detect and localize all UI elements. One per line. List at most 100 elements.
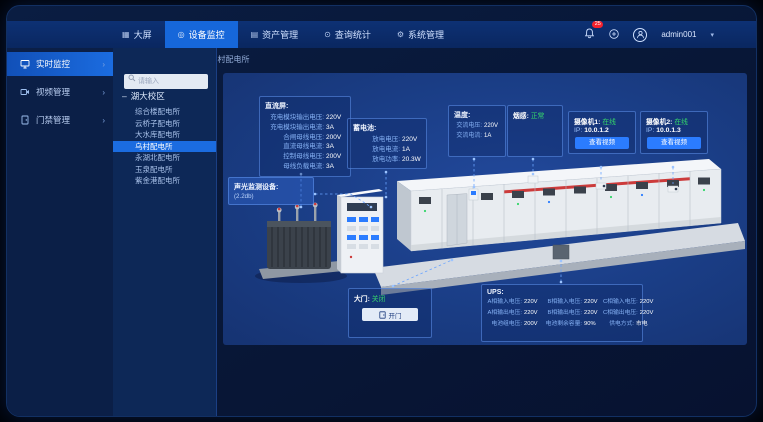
- field-value: 20.3W: [402, 155, 421, 165]
- field-label: 放电功率:: [353, 155, 400, 165]
- door-icon: [379, 311, 386, 319]
- field-value: 220V: [524, 309, 539, 319]
- panel-title: 直流屏:: [265, 101, 345, 111]
- ip-value: 10.0.1.2: [584, 127, 609, 134]
- door-status: 关闭: [372, 296, 386, 303]
- ups-grid: A相输入电压:220V B相输入电压:220V C相输入电压:220V A相输出…: [487, 298, 637, 329]
- tree-item[interactable]: 大水库配电所: [113, 129, 216, 141]
- left-sidebar: 实时监控 › 视频管理 › 门禁管理 ›: [7, 48, 113, 416]
- field-label: 电池剩余容量:: [543, 320, 582, 330]
- panel-title: 声光监测设备:: [234, 182, 308, 192]
- tree-search: [124, 70, 208, 85]
- field-value: 220V: [402, 135, 421, 145]
- field-value: 220V: [584, 298, 599, 308]
- tree-item[interactable]: 玉泉配电所: [113, 164, 216, 176]
- tree-group-campus[interactable]: – 湖大校区: [122, 90, 165, 102]
- field-value: 3A: [326, 142, 345, 152]
- field-label: C相输入电压:: [603, 298, 638, 308]
- navbar-right: 25 admin001 ▾: [584, 21, 714, 48]
- field-label: 电池组电压:: [487, 320, 522, 330]
- fullscreen-icon[interactable]: [609, 26, 619, 44]
- open-door-button[interactable]: 开门: [362, 308, 418, 321]
- door-label: 大门:: [354, 296, 370, 303]
- smoke-sensor-panel: 烟感: 正常: [507, 105, 563, 157]
- notification-badge: 25: [592, 21, 603, 28]
- field-value: 220V: [524, 298, 539, 308]
- field-label: A相输入电压:: [487, 298, 522, 308]
- field-value: 200V: [326, 133, 345, 143]
- nav-item-query-stats[interactable]: ⊙ 查询统计: [311, 21, 384, 48]
- nav-label: 查询统计: [335, 28, 371, 41]
- field-value: 220V: [640, 309, 655, 319]
- field-label: 合闸母线电压:: [265, 133, 324, 143]
- stats-icon: ⊙: [324, 30, 331, 39]
- view-video-button[interactable]: 查看视频: [575, 137, 629, 149]
- search-input[interactable]: [124, 74, 208, 89]
- field-label: B相输出电压:: [543, 309, 582, 319]
- field-label: 交流电压:: [454, 122, 482, 132]
- tree-item[interactable]: 永湖北配电所: [113, 152, 216, 164]
- field-label: 直流母线电流:: [265, 142, 324, 152]
- camera-label: 摄像机1:: [574, 119, 600, 126]
- smoke-label: 烟感:: [513, 113, 529, 120]
- access-manage-icon: [20, 115, 30, 125]
- field-label: 充电模块输出电压:: [265, 113, 324, 123]
- nav-label: 系统管理: [408, 28, 444, 41]
- sidebar-item-access-manage[interactable]: 门禁管理 ›: [7, 108, 113, 132]
- scene-smoke-sensor: [528, 176, 538, 183]
- tree-item[interactable]: 综合楼配电所: [113, 106, 216, 118]
- ip-label: IP:: [574, 127, 582, 134]
- nav-label: 设备监控: [189, 28, 225, 41]
- sidebar-item-video-manage[interactable]: 视频管理 ›: [7, 80, 113, 104]
- field-value: 1A: [484, 132, 500, 142]
- tree-item[interactable]: 云桥子配电所: [113, 118, 216, 130]
- field-value: 3A: [326, 123, 345, 133]
- nav-item-dashboard[interactable]: ▦ 大屏: [109, 21, 165, 48]
- username-label[interactable]: admin001: [661, 30, 696, 39]
- temperature-panel: 温度: 交流电压:220V 交流电流:1A: [448, 105, 506, 157]
- camera2-panel: 摄像机2: 在线 IP: 10.0.1.3 查看视频: [640, 111, 708, 154]
- nav-item-system[interactable]: ⚙ 系统管理: [384, 21, 457, 48]
- chevron-right-icon: ›: [102, 88, 105, 97]
- field-value: 1A: [402, 145, 421, 155]
- screenshot-stage: ▦ 大屏 ◎ 设备监控 ▤ 资产管理 ⊙ 查询统计 ⚙ 系统管理: [0, 0, 763, 422]
- field-label: A相输出电压:: [487, 309, 522, 319]
- field-label: 放电电压:: [353, 135, 400, 145]
- field-label: C相输出电压:: [603, 309, 638, 319]
- tree-item-selected[interactable]: 乌村配电所: [113, 141, 216, 153]
- chevron-right-icon: ›: [102, 60, 105, 69]
- camera-label: 摄像机2:: [646, 119, 672, 126]
- field-value: 3A: [326, 162, 345, 172]
- view-video-button[interactable]: 查看视频: [647, 137, 701, 149]
- user-avatar[interactable]: [633, 28, 647, 42]
- substation-tree-panel: – 湖大校区 综合楼配电所 云桥子配电所 大水库配电所 乌村配电所 永湖北配电所…: [113, 48, 217, 416]
- main-3d-viewport[interactable]: 直流屏: 充电模块输出电压:220V 充电模块输出电流:3A 合闸母线电压:20…: [223, 73, 747, 345]
- open-door-label: 开门: [389, 310, 402, 320]
- realtime-monitor-icon: [20, 59, 30, 69]
- field-label: 交流电流:: [454, 132, 482, 142]
- field-value: 220V: [584, 309, 599, 319]
- sound-value: (2.2db): [234, 193, 308, 200]
- battery-panel: 蓄电池: 放电电压:220V 放电电流:1A 放电功率:20.3W: [347, 118, 427, 169]
- app-window: ▦ 大屏 ◎ 设备监控 ▤ 资产管理 ⊙ 查询统计 ⚙ 系统管理: [6, 5, 757, 417]
- panel-title: UPS:: [487, 289, 637, 296]
- nav-item-assets[interactable]: ▤ 资产管理: [238, 21, 312, 48]
- smoke-status: 正常: [531, 113, 545, 120]
- field-value: 220V: [326, 113, 345, 123]
- field-value: 220V: [640, 298, 655, 308]
- notification-bell-icon[interactable]: 25: [584, 26, 595, 44]
- ip-label: IP:: [646, 127, 654, 134]
- search-icon: [128, 74, 136, 82]
- nav-label: 大屏: [134, 28, 152, 41]
- field-label: 充电模块输出电流:: [265, 123, 324, 133]
- screen-icon: ▦: [122, 30, 130, 39]
- sidebar-item-realtime-monitor[interactable]: 实时监控 ›: [7, 52, 113, 76]
- collapse-icon: –: [122, 91, 127, 101]
- scene-ups-box: [553, 245, 569, 259]
- nav-item-device-monitor[interactable]: ◎ 设备监控: [165, 21, 238, 48]
- tree-item[interactable]: 紫金港配电所: [113, 175, 216, 187]
- chevron-down-icon[interactable]: ▾: [710, 31, 714, 39]
- sidebar-item-label: 视频管理: [36, 86, 96, 98]
- field-value: 220V: [484, 122, 500, 132]
- field-label: 供电方式:: [603, 320, 634, 330]
